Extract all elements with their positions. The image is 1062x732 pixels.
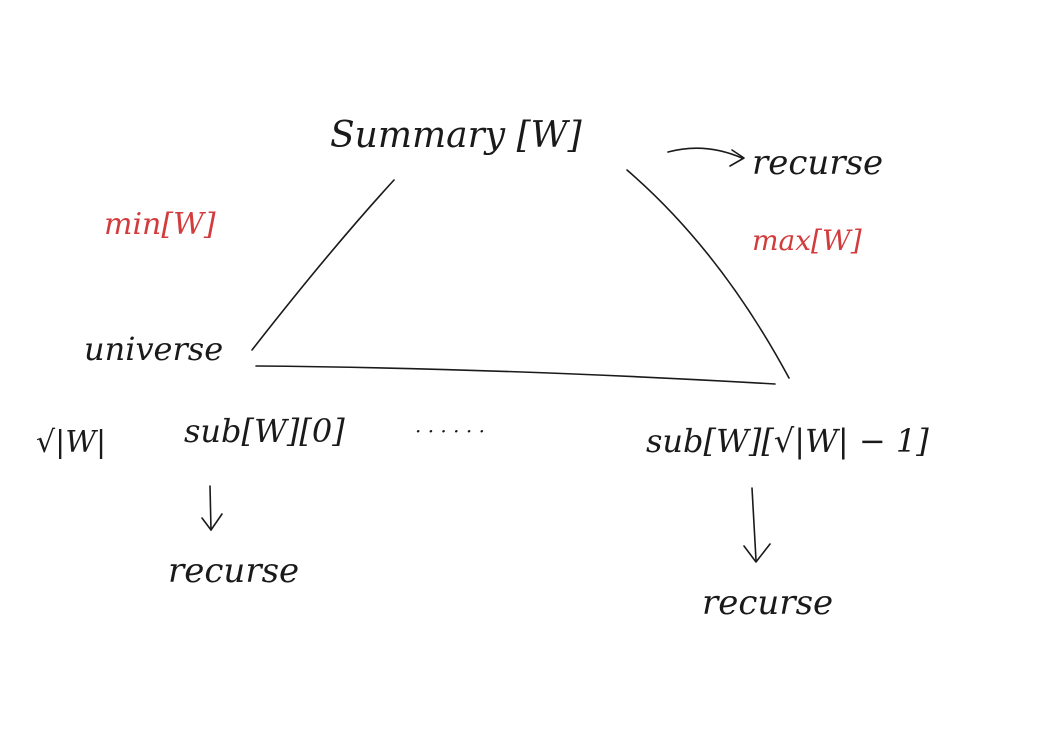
- summary-label: Summary [W]: [330, 115, 583, 156]
- summary-recurse-arrow: [667, 147, 745, 167]
- sub-first-recurse-label: recurse: [168, 551, 299, 591]
- diagram-canvas: Summary [W] recurse min[W] max[W] univer…: [36, 115, 929, 623]
- sub-last-down-arrow: [743, 487, 771, 563]
- sqrt-size-label: √|W|: [36, 425, 106, 460]
- summary-recurse-label: recurse: [752, 143, 883, 183]
- min-label: min[W]: [104, 207, 216, 242]
- sub-last-recurse-label: recurse: [702, 583, 833, 623]
- sub-first-down-arrow: [201, 485, 223, 531]
- trapezoid-right-edge: [626, 169, 790, 379]
- sub-last-label: sub[W][√|W| − 1]: [646, 422, 929, 460]
- universe-label: universe: [84, 330, 223, 368]
- ellipsis-label: · · · · · ·: [415, 419, 485, 443]
- sub-first-label: sub[W][0]: [184, 412, 345, 450]
- trapezoid-left-edge: [251, 179, 395, 351]
- max-label: max[W]: [752, 224, 862, 257]
- trapezoid-bottom-edge: [255, 365, 776, 385]
